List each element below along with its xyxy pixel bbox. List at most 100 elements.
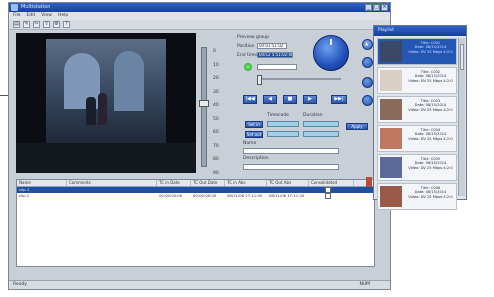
clip-table: Name Comments TC in Date TC Out Date TC … (16, 179, 375, 267)
status-led-icon (244, 63, 252, 71)
clip-format: Video: DV 25 Mbps 4:2:0 (408, 194, 453, 199)
list-item[interactable]: Title: C005 Date: 08/15/2014 Video: DV 25 … (377, 154, 457, 181)
list-item[interactable]: Title: C004 Date: 08/15/2014 Video: DV 25 … (377, 125, 457, 152)
table-row[interactable]: clip 2 00:00:00:00 00:00:00:00 08/11/06 … (17, 193, 374, 199)
menu-edit[interactable]: Edit (27, 12, 36, 20)
clip-format: Video: DV 25 Mbps 4:2:0 (408, 78, 453, 83)
scale-label: 80 (213, 157, 219, 162)
close-button[interactable]: × (381, 4, 388, 11)
clip-thumbnail (380, 41, 402, 62)
preview-group-label: Preview group (237, 35, 270, 40)
open-icon[interactable]: ▤ (13, 21, 20, 28)
scale-label: 70 (213, 143, 219, 149)
menu-help[interactable]: Help (58, 12, 68, 20)
panel-tab[interactable] (366, 177, 372, 187)
name-field[interactable] (243, 148, 339, 154)
end-time-label: End time (237, 53, 258, 58)
title-bar: Multistation _ □ × (9, 3, 390, 12)
description-label: Description (243, 156, 269, 161)
cell-tc-out-date: 00:00:00:00 (193, 193, 217, 198)
video-frame-arch-2 (114, 51, 144, 111)
playlist-scrollbar-thumb[interactable] (460, 44, 464, 70)
clip-thumbnail (380, 157, 402, 178)
in-timecode-field[interactable] (267, 121, 299, 127)
minimize-button[interactable]: _ (365, 4, 372, 11)
col-header[interactable]: TC Out Abs (267, 180, 309, 186)
out-timecode-field[interactable] (267, 131, 299, 137)
volume-slider[interactable] (199, 47, 209, 167)
control-panel: Preview group Position 00:01:51:02 End t… (223, 33, 373, 176)
col-header[interactable]: TC Out Date (191, 180, 225, 186)
jog-dial[interactable] (313, 35, 349, 71)
col-header[interactable]: TC in Date (157, 180, 191, 186)
set-in-button[interactable]: Set in (245, 121, 263, 128)
scale-label: 30 (213, 89, 219, 95)
name-label: Name (243, 141, 257, 146)
go-end-button[interactable]: ▶▶| (331, 95, 347, 104)
timeline-slider-knob[interactable] (257, 75, 262, 85)
col-header[interactable]: Consolidated (309, 180, 354, 186)
round-button-1[interactable] (362, 57, 373, 68)
position-label: Position (237, 44, 255, 49)
volume-scale: 0 10 20 30 40 50 60 70 80 90 (213, 49, 219, 176)
go-start-button[interactable]: |◀◀ (243, 95, 257, 104)
list-item[interactable]: Title: C001 Date: 08/15/2014 Video: DV 25 … (377, 38, 457, 65)
rewind-button[interactable]: ◀ (263, 95, 277, 104)
clip-format: Video: DV 25 Mbps 4:2:0 (408, 136, 453, 141)
maximize-button[interactable]: □ (373, 4, 380, 11)
edit-icon[interactable]: ✎ (23, 21, 30, 28)
consolidated-checkbox[interactable] (325, 193, 331, 199)
in-duration-field[interactable] (303, 121, 339, 127)
playlist-title-bar: Playlist (374, 26, 466, 36)
cut-icon[interactable]: ✂ (33, 21, 40, 28)
cell-comments (67, 193, 157, 199)
description-field[interactable] (243, 164, 339, 170)
round-button-2[interactable] (362, 77, 373, 88)
playlist-scrollbar[interactable] (458, 38, 465, 196)
help-icon[interactable]: ? (63, 21, 70, 28)
volume-slider-knob[interactable] (199, 100, 209, 107)
col-header[interactable]: TC in Abs (225, 180, 267, 186)
position-field[interactable]: 00:01:51:02 (257, 43, 287, 49)
scale-label: 90 (213, 170, 219, 176)
scroll-up-icon[interactable] (362, 39, 373, 50)
clip-list: Title: C001 Date: 08/15/2014 Video: DV 25 … (377, 38, 457, 212)
stop-button[interactable]: ■ (283, 95, 297, 104)
clip-thumbnail (380, 99, 402, 120)
video-frame-figure-2 (98, 93, 107, 125)
col-header[interactable]: Name (17, 180, 67, 186)
scale-label: 40 (213, 103, 219, 108)
clip-thumbnail (380, 128, 402, 149)
cell-tc-in-date: 00:00:00:00 (159, 193, 183, 198)
cell-consolidated (309, 193, 354, 199)
menu-view[interactable]: View (41, 12, 52, 20)
video-frame-figure (86, 97, 96, 125)
clip-format: Video: DV 25 Mbps 4:2:0 (408, 49, 453, 54)
app-icon (11, 4, 18, 11)
round-button-3[interactable] (362, 95, 373, 106)
out-duration-field[interactable] (303, 131, 339, 137)
end-time-field[interactable]: 00/12 5:51:02:00 (257, 52, 293, 58)
list-item[interactable]: Title: C006 Date: 08/15/2014 Video: DV 25 … (377, 183, 457, 210)
export-icon[interactable]: ⇪ (43, 21, 50, 28)
video-preview[interactable] (16, 33, 196, 173)
timeline-slider[interactable] (257, 75, 341, 85)
duration-label: Duration (303, 113, 323, 118)
video-frame-floor (16, 143, 196, 173)
menu-file[interactable]: File (13, 12, 21, 20)
status-bar: Ready NUM (9, 280, 390, 289)
apply-button[interactable]: Apply (346, 123, 368, 130)
status-text: Ready (13, 282, 27, 287)
settings-icon[interactable]: ⚙ (53, 21, 60, 28)
window-title: Multistation (21, 4, 51, 10)
menu-bar: File Edit View Help (9, 12, 390, 20)
list-item[interactable]: Title: C002 Date: 08/15/2014 Video: DV 25 … (377, 67, 457, 94)
play-button[interactable]: ▶ (303, 95, 317, 104)
clip-format: Video: DV 25 Mbps 4:2:0 (408, 107, 453, 112)
set-out-button[interactable]: Set out (245, 131, 263, 138)
col-header[interactable]: Comments (67, 180, 157, 186)
clip-name-field[interactable] (257, 64, 297, 70)
scale-label: 50 (213, 116, 219, 122)
scale-label: 10 (213, 62, 219, 68)
list-item[interactable]: Title: C003 Date: 08/15/2014 Video: DV 25 … (377, 96, 457, 123)
